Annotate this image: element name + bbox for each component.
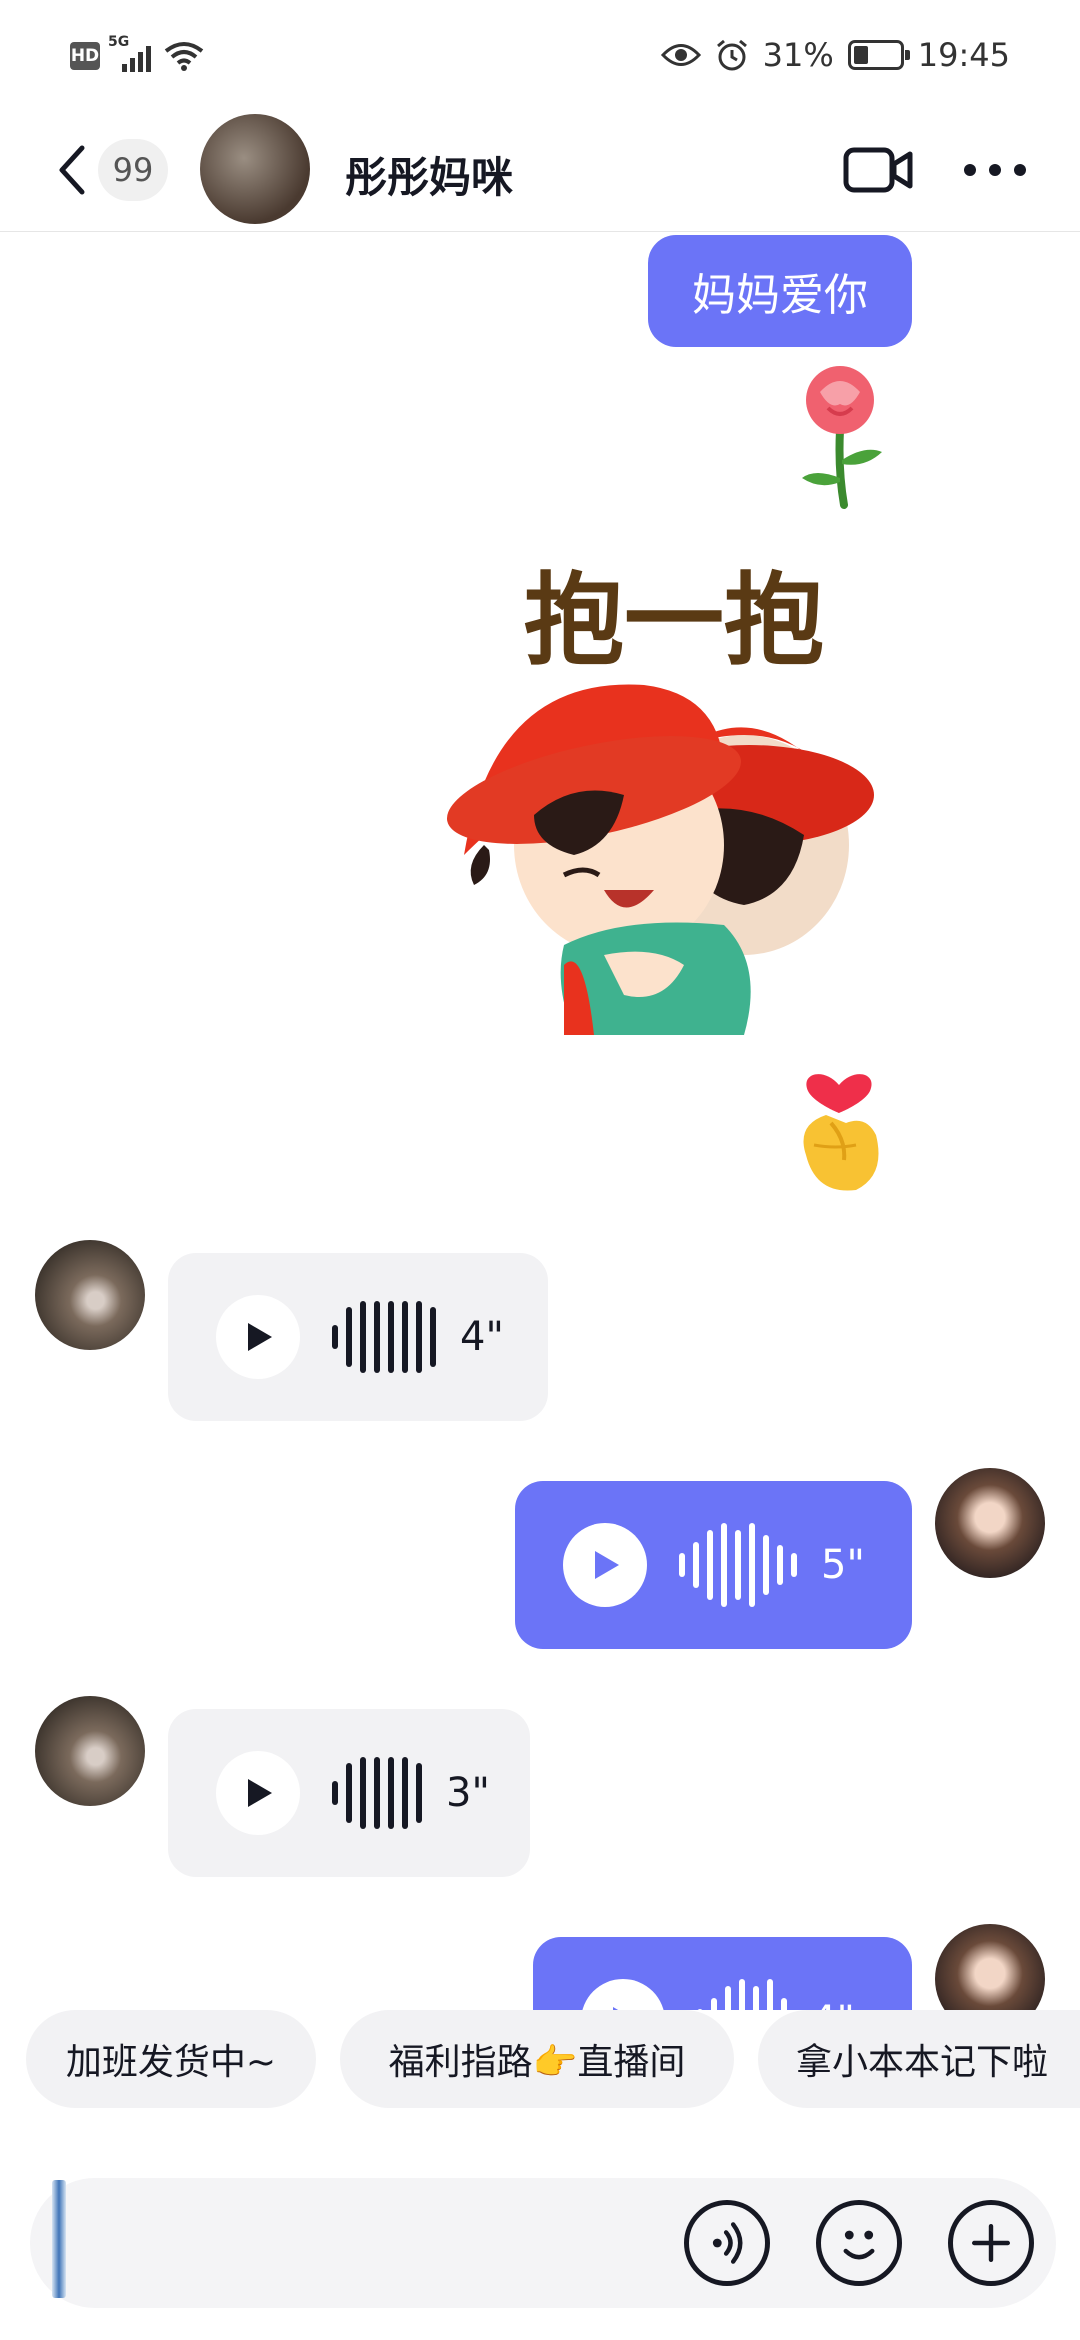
battery-icon [847,40,910,70]
eye-icon [660,44,701,66]
voice-message-outgoing[interactable]: 4" [533,1937,912,2020]
contact-avatar-small[interactable] [35,1696,145,1806]
voice-input-icon[interactable] [684,2200,770,2286]
quick-reply-chip[interactable]: 加班发货中~ [26,2010,316,2108]
contact-name[interactable]: 彤彤妈咪 [345,144,513,205]
unread-count-badge[interactable]: 99 [98,139,168,201]
status-bar: HD 5G 31% 19:45 [0,0,1080,120]
quick-reply-chip[interactable]: 福利指路👉直播间 [340,2010,734,2108]
voice-message-incoming[interactable]: 3" [168,1709,530,1877]
text-cursor [52,2180,66,2298]
contact-avatar-small[interactable] [35,1240,145,1350]
emoji-icon[interactable] [816,2200,902,2286]
play-icon [248,1323,272,1351]
message-list-clip: 4" [0,1920,1080,2020]
play-button[interactable] [216,1751,300,1835]
battery-percent: 31% [762,36,834,74]
voice-message-outgoing[interactable]: 5" [515,1481,912,1649]
back-icon[interactable] [52,140,92,200]
chat-header: 99 彤彤妈咪 [0,110,1080,232]
outgoing-text-bubble[interactable]: 妈妈爱你 [648,235,912,347]
rose-emoji[interactable] [790,360,890,510]
quick-reply-chip[interactable]: 拿小本本记下啦 [758,2010,1080,2108]
wifi-icon [164,42,204,71]
voice-duration: 5" [821,1542,865,1588]
voice-duration: 4" [460,1314,504,1360]
video-call-icon[interactable] [842,142,914,198]
voice-duration: 3" [446,1770,490,1816]
status-left: HD 5G [70,34,204,74]
voice-waveform [679,1523,797,1607]
hd-badge: HD [70,42,100,70]
signal-icon: 5G [108,34,156,74]
more-icon[interactable] [960,150,1030,190]
finger-heart-emoji[interactable] [786,1045,892,1195]
my-avatar[interactable] [935,1924,1045,2020]
voice-message-incoming[interactable]: 4" [168,1253,548,1421]
status-right: 31% 19:45 [660,36,1010,74]
message-input[interactable] [30,2178,1056,2308]
alarm-icon [716,39,747,71]
hug-sticker[interactable]: 抱一抱 [424,545,914,1035]
contact-avatar[interactable] [200,114,310,224]
plus-icon[interactable] [948,2200,1034,2286]
message-text: 妈妈爱你 [692,270,868,321]
clock: 19:45 [917,36,1010,74]
voice-waveform [332,1757,422,1829]
play-icon [595,1551,619,1579]
sticker-caption: 抱一抱 [524,561,824,679]
play-button[interactable] [216,1295,300,1379]
quick-reply-bar: 加班发货中~ 福利指路👉直播间 拿小本本记下啦 [0,2010,1080,2110]
voice-waveform [332,1301,436,1373]
my-avatar[interactable] [935,1468,1045,1578]
play-button[interactable] [563,1523,647,1607]
play-icon [248,1779,272,1807]
